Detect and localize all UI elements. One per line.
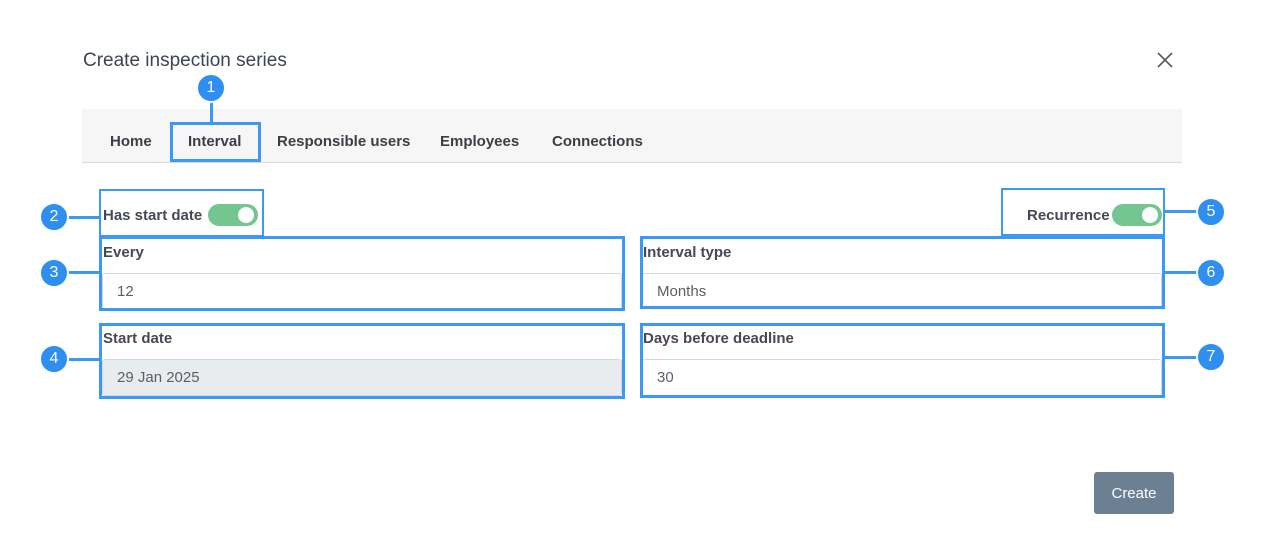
callout-line-7 bbox=[1165, 356, 1199, 359]
highlight-box-6 bbox=[640, 236, 1165, 309]
highlight-box-2 bbox=[99, 189, 264, 237]
highlight-box-3 bbox=[99, 236, 625, 311]
tab-employees[interactable]: Employees bbox=[440, 133, 519, 150]
callout-marker-3: 3 bbox=[39, 258, 69, 288]
highlight-box-5 bbox=[1001, 188, 1165, 236]
callout-line-5 bbox=[1165, 210, 1199, 213]
tab-responsible-users[interactable]: Responsible users bbox=[277, 133, 410, 150]
callout-line-1 bbox=[210, 100, 213, 123]
callout-line-2 bbox=[68, 216, 100, 219]
callout-marker-4: 4 bbox=[39, 344, 69, 374]
dialog-title: Create inspection series bbox=[83, 50, 287, 71]
tab-connections[interactable]: Connections bbox=[552, 133, 643, 150]
close-icon[interactable] bbox=[1153, 48, 1177, 72]
callout-marker-7: 7 bbox=[1196, 342, 1226, 372]
tab-home[interactable]: Home bbox=[110, 133, 152, 150]
create-button[interactable]: Create bbox=[1094, 472, 1174, 514]
highlight-box-4 bbox=[99, 323, 625, 399]
callout-line-6 bbox=[1165, 271, 1199, 274]
highlight-box-1 bbox=[170, 122, 261, 162]
callout-line-3 bbox=[68, 271, 100, 274]
highlight-box-7 bbox=[640, 323, 1165, 398]
callout-line-4 bbox=[68, 358, 100, 361]
callout-marker-5: 5 bbox=[1196, 197, 1226, 227]
callout-marker-6: 6 bbox=[1196, 258, 1226, 288]
callout-marker-1: 1 bbox=[196, 73, 226, 103]
callout-marker-2: 2 bbox=[39, 202, 69, 232]
